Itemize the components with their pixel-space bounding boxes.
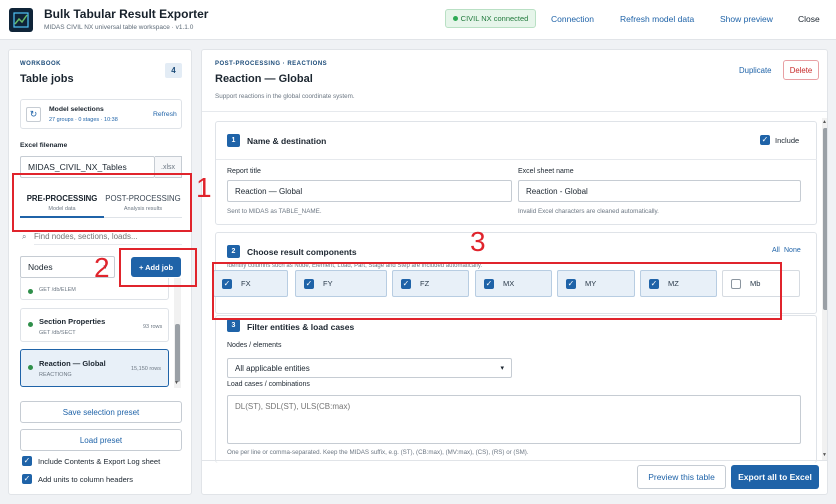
delete-button[interactable]: Delete <box>783 60 819 80</box>
step-badge: 1 <box>227 134 240 147</box>
form-scrollbar[interactable]: ▲ ▼ <box>822 118 827 460</box>
job-card-reaction-global[interactable]: Reaction — Global REACTIONG 15,150 rows <box>20 349 169 387</box>
load-preset-button[interactable]: Load preset <box>20 429 182 451</box>
job-list-scrollbar[interactable]: ▼ <box>174 278 181 388</box>
checkbox-checked-icon[interactable]: ✓ <box>22 474 32 484</box>
job-endpoint: GET /db/SECT <box>39 330 76 336</box>
save-selection-preset-button[interactable]: Save selection preset <box>20 401 182 423</box>
connection-status-text: CIVIL NX connected <box>460 14 529 23</box>
checkbox-checked-icon[interactable]: ✓ <box>760 135 770 145</box>
annotation-number-1: 1 <box>196 172 212 203</box>
step-badge: 2 <box>227 245 240 258</box>
job-type-select-value: Nodes <box>28 262 53 272</box>
option-include-contents[interactable]: ✓ Include Contents & Export Log sheet <box>22 456 160 466</box>
section-divider <box>216 159 817 160</box>
job-card-section-properties[interactable]: Section Properties GET /db/SECT 93 rows <box>20 308 169 342</box>
include-toggle[interactable]: ✓ Include <box>760 135 799 145</box>
nodes-elements-value: All applicable entities <box>235 363 310 373</box>
include-label: Include <box>775 135 800 145</box>
job-title-heading: Reaction — Global <box>215 73 313 85</box>
nodes-elements-select[interactable]: All applicable entities ▾ <box>227 358 512 378</box>
search-icon: ⌕ <box>22 232 27 241</box>
form-scrollbar-thumb[interactable] <box>823 128 827 310</box>
job-status-dot-icon <box>28 322 33 327</box>
job-row-count: 93 rows <box>143 324 163 330</box>
connection-button[interactable]: Connection <box>551 14 594 24</box>
app-subtitle: MIDAS CIVIL NX universal table workspace… <box>44 24 194 31</box>
section-title: Filter entities & load cases <box>247 322 355 332</box>
footer-divider <box>202 460 827 461</box>
excel-filename-label: Excel filename <box>20 142 68 149</box>
model-selections-card: ↻ Model selections 27 groups · 0 stages … <box>20 99 182 129</box>
preview-table-button[interactable]: Preview this table <box>637 465 726 489</box>
job-list-scrollbar-thumb[interactable] <box>175 324 180 382</box>
job-title: Section Properties <box>39 317 106 326</box>
app-logo-icon <box>9 8 33 32</box>
duplicate-button[interactable]: Duplicate <box>739 66 772 75</box>
load-cases-textarea[interactable] <box>227 395 801 444</box>
job-status-dot-icon <box>28 365 33 370</box>
job-title: Reaction — Global <box>39 359 106 368</box>
sidebar-title: Table jobs <box>20 73 74 85</box>
annotation-box-1 <box>12 173 192 232</box>
annotation-box-2 <box>119 248 197 287</box>
job-eyebrow: POST-PROCESSING · REACTIONS <box>215 61 328 67</box>
status-dot-icon <box>452 16 458 21</box>
scroll-up-arrow-icon[interactable]: ▲ <box>822 119 827 125</box>
section-title: Choose result components <box>247 247 357 257</box>
option-label: Add units to column headers <box>38 474 134 484</box>
job-endpoint: REACTIONG <box>39 372 72 378</box>
section-name-destination: 1 Name & destination ✓ Include Report tit… <box>215 121 817 225</box>
excel-sheet-name-hint: Invalid Excel characters are cleaned aut… <box>518 208 659 215</box>
header-divider <box>202 111 827 112</box>
job-description: Support reactions in the global coordina… <box>215 93 355 100</box>
nodes-elements-label: Nodes / elements <box>227 342 282 349</box>
section-title: Name & destination <box>247 136 327 146</box>
option-label: Include Contents & Export Log sheet <box>38 456 161 466</box>
app-header: Bulk Tabular Result Exporter MIDAS CIVIL… <box>0 0 836 40</box>
report-title-input[interactable]: Reaction — Global <box>227 180 512 202</box>
chevron-down-icon: ▾ <box>500 365 504 372</box>
model-selections-title: Model selections <box>49 106 104 113</box>
load-cases-label: Load cases / combinations <box>227 381 310 388</box>
scroll-down-arrow-icon[interactable]: ▼ <box>174 380 179 386</box>
job-count-badge: 4 <box>165 63 182 78</box>
annotation-number-3: 3 <box>470 226 486 257</box>
close-button[interactable]: Close <box>798 14 820 24</box>
app-title: Bulk Tabular Result Exporter <box>44 7 209 21</box>
job-row-count: 15,150 rows <box>131 366 161 372</box>
job-list: GET /db/ELEM Section Properties GET /db/… <box>20 278 170 387</box>
sidebar-eyebrow: WORKBOOK <box>20 61 61 67</box>
excel-sheet-name-label: Excel sheet name <box>518 168 574 175</box>
load-cases-hint: One per line or comma-separated. Keep th… <box>227 449 529 456</box>
model-selections-meta: 27 groups · 0 stages · 10:38 <box>49 117 118 123</box>
scroll-down-arrow-icon[interactable]: ▼ <box>822 452 827 458</box>
annotation-box-3 <box>212 262 782 320</box>
job-status-dot-icon <box>28 289 33 294</box>
show-preview-button[interactable]: Show preview <box>720 14 773 24</box>
select-all-link[interactable]: All <box>772 247 780 254</box>
excel-sheet-name-input[interactable]: Reaction - Global <box>518 180 801 202</box>
option-add-units[interactable]: ✓ Add units to column headers <box>22 474 133 484</box>
model-refresh-link[interactable]: Refresh <box>153 111 177 118</box>
report-title-label: Report title <box>227 168 261 175</box>
annotation-number-2: 2 <box>94 252 110 283</box>
select-none-link[interactable]: None <box>784 247 801 254</box>
step-badge: 3 <box>227 319 240 332</box>
export-all-button[interactable]: Export all to Excel <box>731 465 819 489</box>
refresh-icon: ↻ <box>26 107 41 122</box>
connection-status-badge: CIVIL NX connected <box>445 9 536 28</box>
report-title-hint: Sent to MIDAS as TABLE_NAME. <box>227 208 322 215</box>
checkbox-checked-icon[interactable]: ✓ <box>22 456 32 466</box>
job-endpoint: GET /db/ELEM <box>39 287 76 293</box>
section-filter-entities: 3 Filter entities & load cases Nodes / e… <box>215 315 817 463</box>
refresh-model-data-button[interactable]: Refresh model data <box>620 14 694 24</box>
